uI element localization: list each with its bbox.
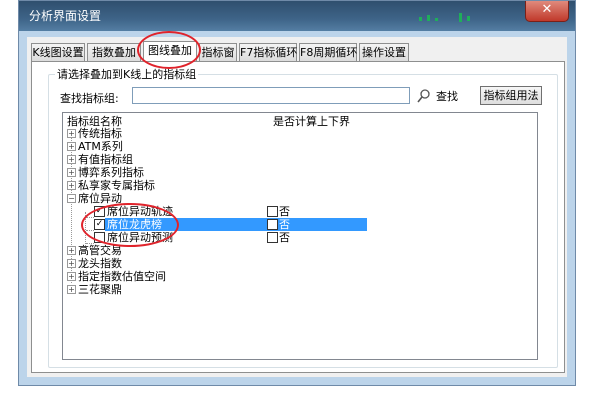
group-usage-button[interactable]: 指标组用法: [480, 86, 542, 105]
item-label: 三花聚鼎: [78, 283, 122, 296]
tab-f7-cycle[interactable]: F7指标循环: [239, 43, 297, 61]
list-item[interactable]: + 有值指标组: [63, 153, 537, 166]
tab-kline-settings[interactable]: K线图设置: [31, 43, 85, 61]
item-label: 指定指数估值空间: [78, 270, 166, 283]
highlight-circle-tab: [137, 31, 201, 69]
list-item[interactable]: + 博弈系列指标: [63, 166, 537, 179]
expand-icon[interactable]: +: [67, 155, 76, 164]
expand-icon[interactable]: +: [67, 272, 76, 281]
list-header: 指标组名称 是否计算上下界: [63, 113, 537, 128]
dialog-window: 分析界面设置 ✕ K线图设置 指数叠加 图线叠加 指标窗 F7指标循环 F8周期…: [18, 0, 576, 386]
find-button[interactable]: 查找: [436, 88, 458, 104]
calc-bounds-checkbox[interactable]: [267, 232, 278, 243]
tab-f8-cycle[interactable]: F8周期循环: [299, 43, 357, 61]
list-item[interactable]: + 私享家专属指标: [63, 179, 537, 192]
list-item[interactable]: + ATM系列: [63, 140, 537, 153]
expand-icon[interactable]: +: [67, 181, 76, 190]
calc-bounds-label: 否: [279, 218, 290, 231]
item-label: 私享家专属指标: [78, 179, 155, 192]
expand-icon[interactable]: +: [67, 142, 76, 151]
item-label: 龙头指数: [78, 257, 122, 270]
list-item[interactable]: + 龙头指数: [63, 257, 537, 270]
search-icon[interactable]: [416, 88, 432, 104]
calc-bounds-checkbox[interactable]: [267, 206, 278, 217]
calc-bounds-checkbox[interactable]: [267, 219, 278, 230]
expand-icon[interactable]: +: [67, 259, 76, 268]
tab-indicator-window[interactable]: 指标窗: [199, 43, 237, 61]
list-item[interactable]: + 指定指数估值空间: [63, 270, 537, 283]
item-label: 有值指标组: [78, 153, 133, 166]
search-input[interactable]: [132, 87, 410, 104]
expand-icon[interactable]: +: [67, 246, 76, 255]
expand-icon[interactable]: +: [67, 168, 76, 177]
search-label: 查找指标组:: [60, 92, 119, 105]
background-chart-fragment: [419, 13, 479, 23]
list-item[interactable]: + 传统指标: [63, 127, 537, 140]
calc-bounds-label: 否: [279, 231, 290, 244]
calc-bounds-label: 否: [279, 205, 290, 218]
tab-index-overlay[interactable]: 指数叠加: [87, 43, 141, 61]
item-label: 博弈系列指标: [78, 166, 144, 179]
item-label: 传统指标: [78, 127, 122, 140]
window-title: 分析界面设置: [29, 9, 102, 23]
item-label: ATM系列: [78, 140, 123, 153]
title-bar[interactable]: 分析界面设置 ✕: [19, 1, 575, 31]
expand-icon[interactable]: +: [67, 285, 76, 294]
tab-operation-settings[interactable]: 操作设置: [359, 43, 409, 61]
list-item[interactable]: + 三花聚鼎: [63, 283, 537, 296]
highlight-circle-items: [81, 203, 179, 247]
expand-icon[interactable]: +: [67, 129, 76, 138]
close-button[interactable]: ✕: [525, 1, 569, 22]
collapse-icon[interactable]: −: [67, 194, 76, 203]
